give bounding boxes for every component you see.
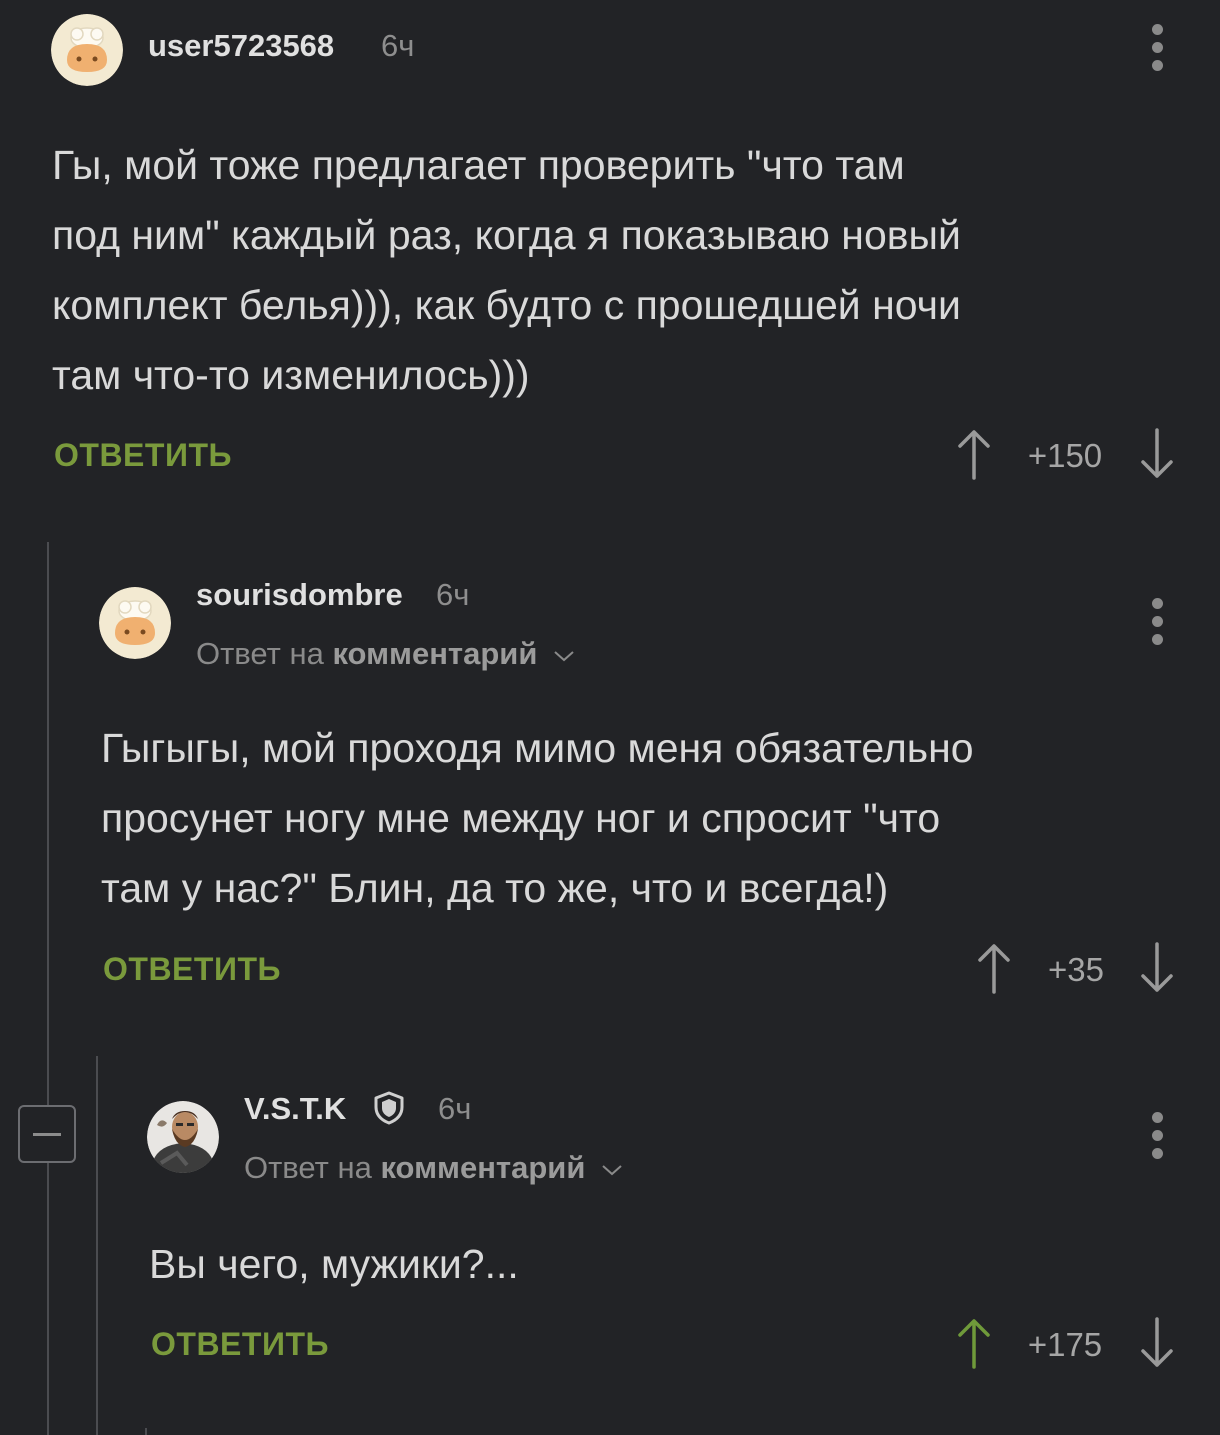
comment-line: Гыгыгы, мой проходя мимо меня обязательн…: [101, 725, 974, 771]
rating: +35: [1048, 951, 1104, 988]
thread-line-level-3-start: [145, 1428, 147, 1435]
reply-button[interactable]: ОТВЕТИТЬ: [103, 951, 281, 988]
comment-line: Гы, мой тоже предлагает проверить "что т…: [52, 142, 905, 188]
reply-to-link[interactable]: комментарий: [332, 636, 537, 671]
shield-icon: [374, 1091, 404, 1125]
upvote-arrow-icon[interactable]: [956, 428, 992, 480]
timestamp: 6ч: [381, 28, 415, 63]
default-avatar-icon: [99, 587, 171, 659]
reply-to-prefix: Ответ на: [196, 636, 324, 671]
avatar[interactable]: [51, 14, 123, 86]
rating: +150: [1027, 437, 1103, 474]
upvote-arrow-icon[interactable]: [976, 942, 1012, 994]
comment-line: под ним" каждый раз, когда я показываю н…: [52, 212, 961, 258]
comment-line: Вы чего, мужики?...: [149, 1241, 519, 1287]
comment-text: Гыгыгы, мой проходя мимо меня обязательн…: [101, 713, 974, 923]
chevron-down-icon[interactable]: [552, 649, 576, 663]
username[interactable]: user5723568: [148, 28, 334, 64]
reply-to-line[interactable]: Ответ на комментарий: [244, 1150, 624, 1186]
avatar[interactable]: [147, 1101, 219, 1173]
comment-line: там что-то изменилось))): [52, 352, 530, 398]
default-avatar-icon: [51, 14, 123, 86]
more-options-icon[interactable]: [1147, 1112, 1167, 1159]
timestamp: 6ч: [438, 1091, 472, 1126]
comment-text: Вы чего, мужики?...: [149, 1229, 519, 1299]
comment-line: там у нас?" Блин, да то же, что и всегда…: [101, 865, 889, 911]
comment-text: Гы, мой тоже предлагает проверить "что т…: [52, 130, 961, 410]
reply-button[interactable]: ОТВЕТИТЬ: [151, 1326, 329, 1363]
downvote-arrow-icon[interactable]: [1139, 1317, 1175, 1369]
username[interactable]: sourisdombre: [196, 577, 403, 613]
comment-line: просунет ногу мне между ног и спросит "ч…: [101, 795, 941, 841]
more-options-icon[interactable]: [1147, 598, 1167, 645]
avatar[interactable]: [99, 587, 171, 659]
timestamp: 6ч: [436, 577, 470, 612]
rating: +175: [1027, 1326, 1103, 1363]
thread-line-level-2[interactable]: [96, 1056, 98, 1435]
comment-line: комплект белья))), как будто с прошедшей…: [52, 282, 961, 328]
thread-line-level-1[interactable]: [47, 542, 49, 1435]
upvote-arrow-icon[interactable]: [956, 1317, 992, 1369]
downvote-arrow-icon[interactable]: [1139, 942, 1175, 994]
username[interactable]: V.S.T.K: [244, 1091, 346, 1127]
user-photo-avatar: [147, 1101, 219, 1173]
more-options-icon[interactable]: [1147, 24, 1167, 71]
collapse-thread-button[interactable]: [18, 1105, 76, 1163]
reply-to-link[interactable]: комментарий: [380, 1150, 585, 1185]
reply-to-prefix: Ответ на: [244, 1150, 372, 1185]
reply-to-line[interactable]: Ответ на комментарий: [196, 636, 576, 672]
minus-icon: [33, 1133, 61, 1136]
chevron-down-icon[interactable]: [600, 1163, 624, 1177]
reply-button[interactable]: ОТВЕТИТЬ: [54, 437, 232, 474]
downvote-arrow-icon[interactable]: [1139, 428, 1175, 480]
